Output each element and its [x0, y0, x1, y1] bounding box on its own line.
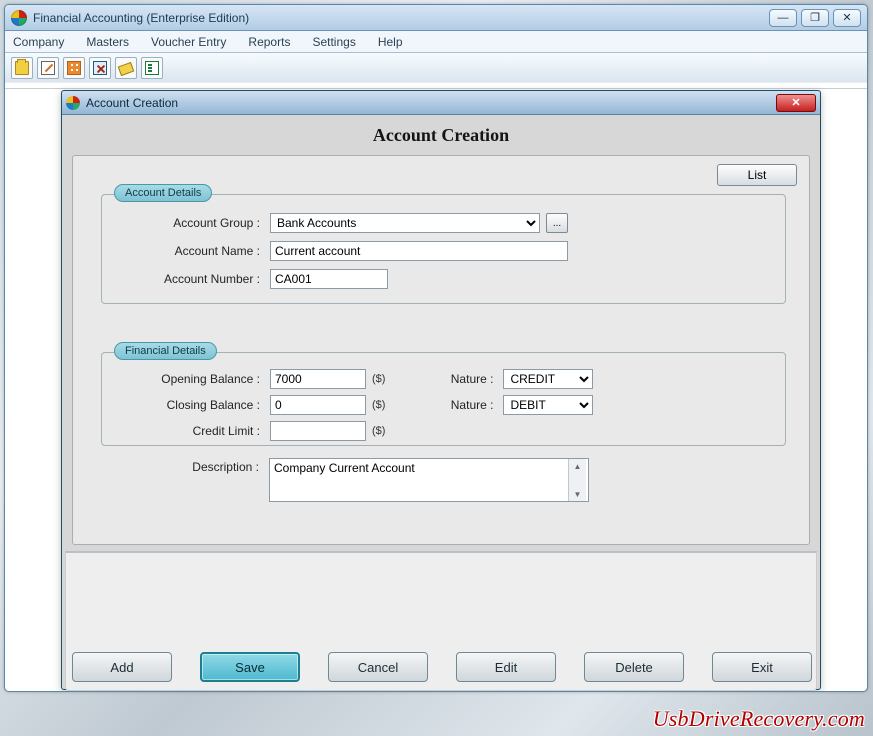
opening-balance-label: Opening Balance : — [140, 372, 260, 386]
content-panel: List Account Details Account Group : Ban… — [72, 155, 810, 545]
description-label: Description : — [139, 458, 259, 476]
app-icon — [11, 10, 27, 26]
delete-button[interactable]: Delete — [584, 652, 684, 682]
account-details-legend: Account Details — [114, 184, 212, 202]
watermark: UsbDriveRecovery.com — [653, 706, 865, 732]
account-group-select[interactable]: Bank Accounts — [270, 213, 540, 233]
opening-nature-select[interactable]: CREDIT — [503, 369, 593, 389]
opening-balance-input[interactable] — [270, 369, 366, 389]
account-number-label: Account Number : — [140, 272, 260, 286]
account-name-input[interactable] — [270, 241, 568, 261]
account-group-browse-button[interactable]: ... — [546, 213, 568, 233]
app-title: Financial Accounting (Enterprise Edition… — [33, 11, 769, 25]
edit-button[interactable]: Edit — [456, 652, 556, 682]
dialog-icon — [66, 96, 80, 110]
save-button[interactable]: Save — [200, 652, 300, 682]
cancel-button[interactable]: Cancel — [328, 652, 428, 682]
action-button-row: Add Save Cancel Edit Delete Exit — [72, 652, 812, 682]
dialog-close-button[interactable]: ✕ — [776, 94, 816, 112]
description-field-shell: ▲ ▼ — [269, 458, 589, 502]
credit-limit-unit: ($) — [372, 425, 385, 437]
toolbar-close-icon[interactable] — [89, 57, 111, 79]
opening-nature-label: Nature : — [413, 372, 493, 386]
close-button[interactable]: ✕ — [833, 9, 861, 27]
toolbar-list-icon[interactable] — [141, 57, 163, 79]
account-name-label: Account Name : — [140, 244, 260, 258]
toolbar-tag-icon[interactable] — [115, 57, 137, 79]
menu-settings[interactable]: Settings — [312, 35, 355, 49]
minimize-button[interactable]: — — [769, 9, 797, 27]
add-button[interactable]: Add — [72, 652, 172, 682]
dialog-title: Account Creation — [86, 96, 776, 110]
toolbar-edit-icon[interactable] — [37, 57, 59, 79]
closing-balance-label: Closing Balance : — [140, 398, 260, 412]
credit-limit-input[interactable] — [270, 421, 366, 441]
scroll-down-icon[interactable]: ▼ — [569, 487, 586, 501]
description-textarea[interactable] — [270, 459, 568, 501]
button-panel: Add Save Cancel Edit Delete Exit — [65, 551, 817, 691]
menubar: Company Masters Voucher Entry Reports Se… — [5, 31, 867, 53]
credit-limit-label: Credit Limit : — [140, 424, 260, 438]
closing-balance-input[interactable] — [270, 395, 366, 415]
menu-masters[interactable]: Masters — [86, 35, 129, 49]
dialog-heading: Account Creation — [62, 115, 820, 150]
menu-help[interactable]: Help — [378, 35, 403, 49]
toolbar-grid-icon[interactable] — [63, 57, 85, 79]
list-button[interactable]: List — [717, 164, 797, 186]
closing-nature-label: Nature : — [413, 398, 493, 412]
restore-button[interactable]: ❐ — [801, 9, 829, 27]
closing-balance-unit: ($) — [372, 399, 385, 411]
app-window: Financial Accounting (Enterprise Edition… — [4, 4, 868, 692]
toolbar-open-icon[interactable] — [11, 57, 33, 79]
opening-balance-unit: ($) — [372, 373, 385, 385]
financial-details-group: Financial Details Opening Balance : ($) … — [101, 352, 786, 446]
scroll-up-icon[interactable]: ▲ — [569, 459, 586, 473]
dialog-titlebar[interactable]: Account Creation ✕ — [62, 91, 820, 115]
exit-button[interactable]: Exit — [712, 652, 812, 682]
account-number-input[interactable] — [270, 269, 388, 289]
description-scrollbar[interactable]: ▲ ▼ — [568, 459, 586, 501]
app-body: Account Creation ✕ Account Creation List… — [10, 90, 864, 692]
app-titlebar[interactable]: Financial Accounting (Enterprise Edition… — [5, 5, 867, 31]
menu-company[interactable]: Company — [13, 35, 64, 49]
account-creation-dialog: Account Creation ✕ Account Creation List… — [61, 90, 821, 690]
toolbar — [5, 53, 867, 83]
separator — [5, 83, 867, 89]
account-details-group: Account Details Account Group : Bank Acc… — [101, 194, 786, 304]
closing-nature-select[interactable]: DEBIT — [503, 395, 593, 415]
menu-reports[interactable]: Reports — [248, 35, 290, 49]
description-row: Description : ▲ ▼ — [139, 458, 589, 502]
financial-details-legend: Financial Details — [114, 342, 217, 360]
menu-voucher[interactable]: Voucher Entry — [151, 35, 226, 49]
account-group-label: Account Group : — [140, 216, 260, 230]
dialog-body: Account Creation List Account Details Ac… — [62, 115, 820, 689]
